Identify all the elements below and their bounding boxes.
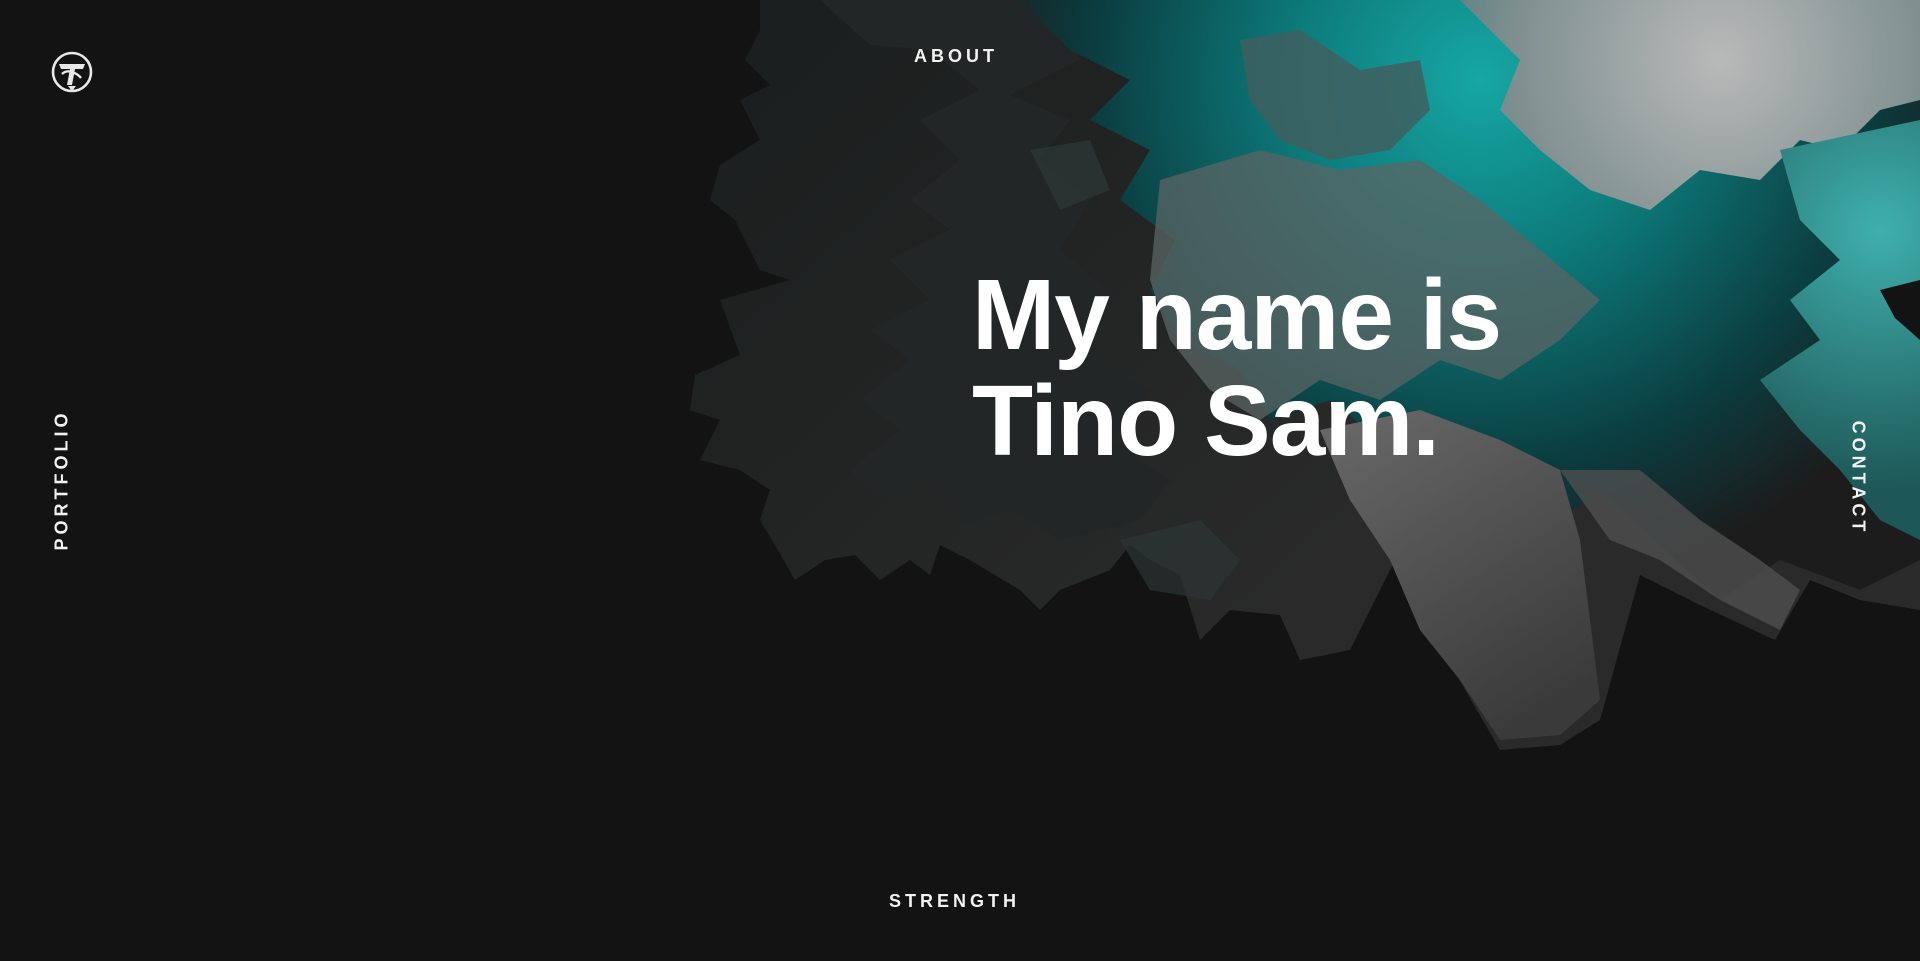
ts-monogram-logo-icon[interactable] <box>50 50 94 94</box>
hero-background-art <box>690 0 1920 750</box>
nav-contact-link[interactable]: CONTACT <box>1848 421 1869 536</box>
hero-heading-line-2: Tino Sam. <box>972 365 1440 477</box>
nav-strength-link[interactable]: STRENGTH <box>889 891 1020 912</box>
hero-heading: My name is Tino Sam. <box>972 259 1502 477</box>
hero-heading-line-1: My name is <box>972 259 1502 371</box>
nav-about-link[interactable]: ABOUT <box>914 46 998 67</box>
nav-portfolio-link[interactable]: PORTFOLIO <box>52 410 73 551</box>
landing-page: ABOUT PORTFOLIO CONTACT STRENGTH My name… <box>0 0 1920 961</box>
